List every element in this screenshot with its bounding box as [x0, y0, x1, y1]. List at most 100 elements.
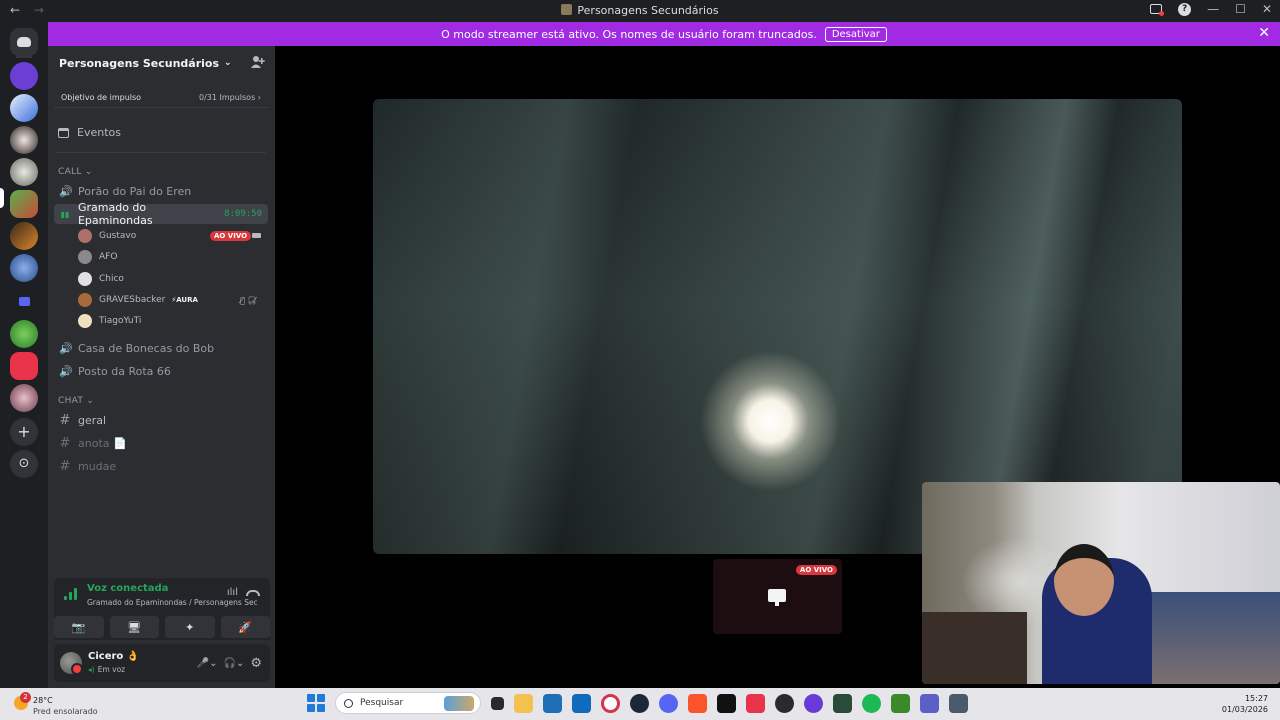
user-status: ◂) Em voz	[88, 665, 125, 674]
voice-location[interactable]: Gramado do Epaminondas / Personagens Sec…	[87, 598, 257, 607]
server-icon[interactable]	[10, 94, 38, 122]
microphone-icon[interactable]: 🎤⌄	[197, 658, 218, 669]
text-channel[interactable]: # geral	[54, 410, 268, 430]
user-controls: 🎤⌄ 🎧⌄ ⚙	[197, 656, 262, 671]
minimize-button[interactable]: —	[1207, 2, 1219, 16]
server-icon[interactable]	[10, 320, 38, 348]
close-window-button[interactable]: ✕	[1262, 2, 1272, 16]
server-icon-active[interactable]	[10, 190, 38, 218]
server-icon[interactable]	[10, 62, 38, 90]
inbox-monitor-icon[interactable]	[1150, 4, 1165, 16]
voice-channel-active[interactable]: ▮▮ Gramado do Epaminondas 8:09:50	[54, 201, 268, 227]
voice-user[interactable]: AFO	[78, 247, 268, 267]
outlook-icon[interactable]	[572, 693, 591, 713]
store-icon[interactable]	[543, 693, 562, 713]
voice-user[interactable]: Chico	[78, 269, 268, 289]
banner-close-icon[interactable]: ✕	[1258, 25, 1270, 41]
discord-window: ← → Personagens Secundários ? — ☐ ✕ O mo…	[0, 0, 1280, 720]
voice-channel[interactable]: 🔊 Porão do Pai do Eren	[54, 181, 268, 201]
direct-messages-button[interactable]	[10, 28, 38, 56]
category-chat[interactable]: CHAT ⌄	[58, 396, 94, 406]
server-icon[interactable]	[10, 158, 38, 186]
disable-streamer-button[interactable]: Desativar	[824, 26, 887, 42]
server-header[interactable]: Personagens Secundários ⌄	[48, 46, 275, 80]
windows-start-icon[interactable]	[307, 694, 325, 712]
aura-badge: ⚡AURA	[171, 296, 198, 304]
server-icon[interactable]	[10, 384, 38, 412]
server-rail: + ⊙	[0, 22, 48, 688]
tiktok-icon[interactable]	[717, 693, 736, 713]
app-icon[interactable]	[775, 693, 794, 713]
voice-status[interactable]: Voz conectada	[87, 583, 168, 594]
window-controls: ? — ☐ ✕	[1150, 2, 1272, 16]
weather-widget[interactable]: 2 28°C Pred ensolarado	[12, 692, 152, 716]
voice-action-buttons: 📷 🖥 ✦ 🚀	[54, 616, 270, 638]
soundboard-button[interactable]: 🚀	[220, 616, 270, 638]
webcam-person	[1054, 544, 1114, 616]
avatar[interactable]	[60, 652, 83, 675]
active-server-pill	[0, 188, 4, 208]
server-icon[interactable]	[10, 222, 38, 250]
screen-share-button[interactable]: 🖥	[109, 616, 159, 638]
avatar	[78, 272, 92, 286]
add-server-icon[interactable]: +	[10, 418, 38, 446]
avatar	[78, 314, 92, 328]
voice-channel[interactable]: 🔊 Posto da Rota 66	[54, 361, 268, 381]
discord-logo-icon	[17, 37, 31, 47]
voice-channel[interactable]: 🔊 Casa de Bonecas do Bob	[54, 338, 268, 358]
explore-compass-icon[interactable]: ⊙	[10, 450, 38, 478]
spotify-icon[interactable]	[862, 693, 881, 713]
search-box[interactable]: Pesquisar	[335, 692, 481, 714]
search-icon	[344, 698, 353, 708]
help-icon[interactable]: ?	[1178, 2, 1192, 16]
activities-button[interactable]: ✦	[165, 616, 215, 638]
forecast: Pred ensolarado	[33, 707, 98, 716]
brave-icon[interactable]	[688, 693, 707, 713]
discord-icon[interactable]	[659, 693, 678, 713]
boost-goal-bar[interactable]: Objetivo de impulso 0/31 Impulsos ›	[54, 88, 268, 108]
voice-user-name: Chico	[99, 274, 124, 284]
settings-gear-icon[interactable]: ⚙	[250, 656, 262, 671]
webcam-video[interactable]	[922, 482, 1280, 684]
server-icon[interactable]	[10, 254, 38, 282]
teams-icon[interactable]	[920, 693, 939, 713]
server-icon[interactable]	[10, 352, 38, 380]
hash-icon: #	[59, 458, 71, 474]
headset-icon[interactable]: 🎧⌄	[224, 658, 245, 669]
signal-strength-icon[interactable]	[64, 588, 78, 600]
invite-people-icon[interactable]	[251, 55, 265, 69]
calendar-icon	[58, 127, 69, 138]
noise-suppression-icon[interactable]: ılıl	[227, 587, 238, 598]
steam-icon[interactable]	[630, 693, 649, 713]
search-placeholder: Pesquisar	[360, 698, 404, 708]
disconnect-icon[interactable]	[246, 590, 260, 596]
user-name[interactable]: Cicero 👌	[88, 651, 139, 662]
voice-user[interactable]: Gustavo AO VIVO	[78, 226, 268, 246]
voice-user[interactable]: GRAVESbacker ⚡AURA 🎙̸ 🎧̸	[78, 290, 268, 310]
text-channel[interactable]: # mudae	[54, 456, 268, 476]
voice-user[interactable]: TiagoYuTi	[78, 311, 268, 331]
app-icon[interactable]	[833, 693, 852, 713]
task-view-icon[interactable]	[491, 696, 504, 710]
category-call[interactable]: CALL ⌄	[58, 167, 93, 177]
boost-goal-label: Objetivo de impulso	[61, 93, 142, 102]
hash-icon: #	[59, 412, 71, 428]
folder-icon[interactable]	[10, 288, 38, 316]
voice-status-icon: ◂)	[88, 665, 95, 674]
stream-preview-tile[interactable]: AO VIVO	[713, 559, 842, 634]
app-icon[interactable]	[804, 693, 823, 713]
text-channel[interactable]: # anota 📄	[54, 433, 268, 453]
maximize-button[interactable]: ☐	[1235, 2, 1246, 16]
camera-off-button[interactable]: 📷	[54, 616, 104, 638]
tapp-icon[interactable]	[746, 693, 765, 713]
opera-icon[interactable]	[601, 693, 620, 713]
events-link[interactable]: Eventos	[58, 126, 121, 139]
channel-name: Gramado do Epaminondas	[77, 201, 153, 227]
file-explorer-icon[interactable]	[514, 693, 533, 713]
server-icon[interactable]	[10, 126, 38, 154]
minecraft-icon[interactable]	[891, 693, 910, 713]
app-icon[interactable]	[949, 693, 968, 713]
speaker-icon: 🔊	[59, 184, 73, 198]
system-clock[interactable]: 15:27 01/03/2026	[1222, 693, 1268, 715]
clock-time: 15:27	[1244, 694, 1268, 703]
